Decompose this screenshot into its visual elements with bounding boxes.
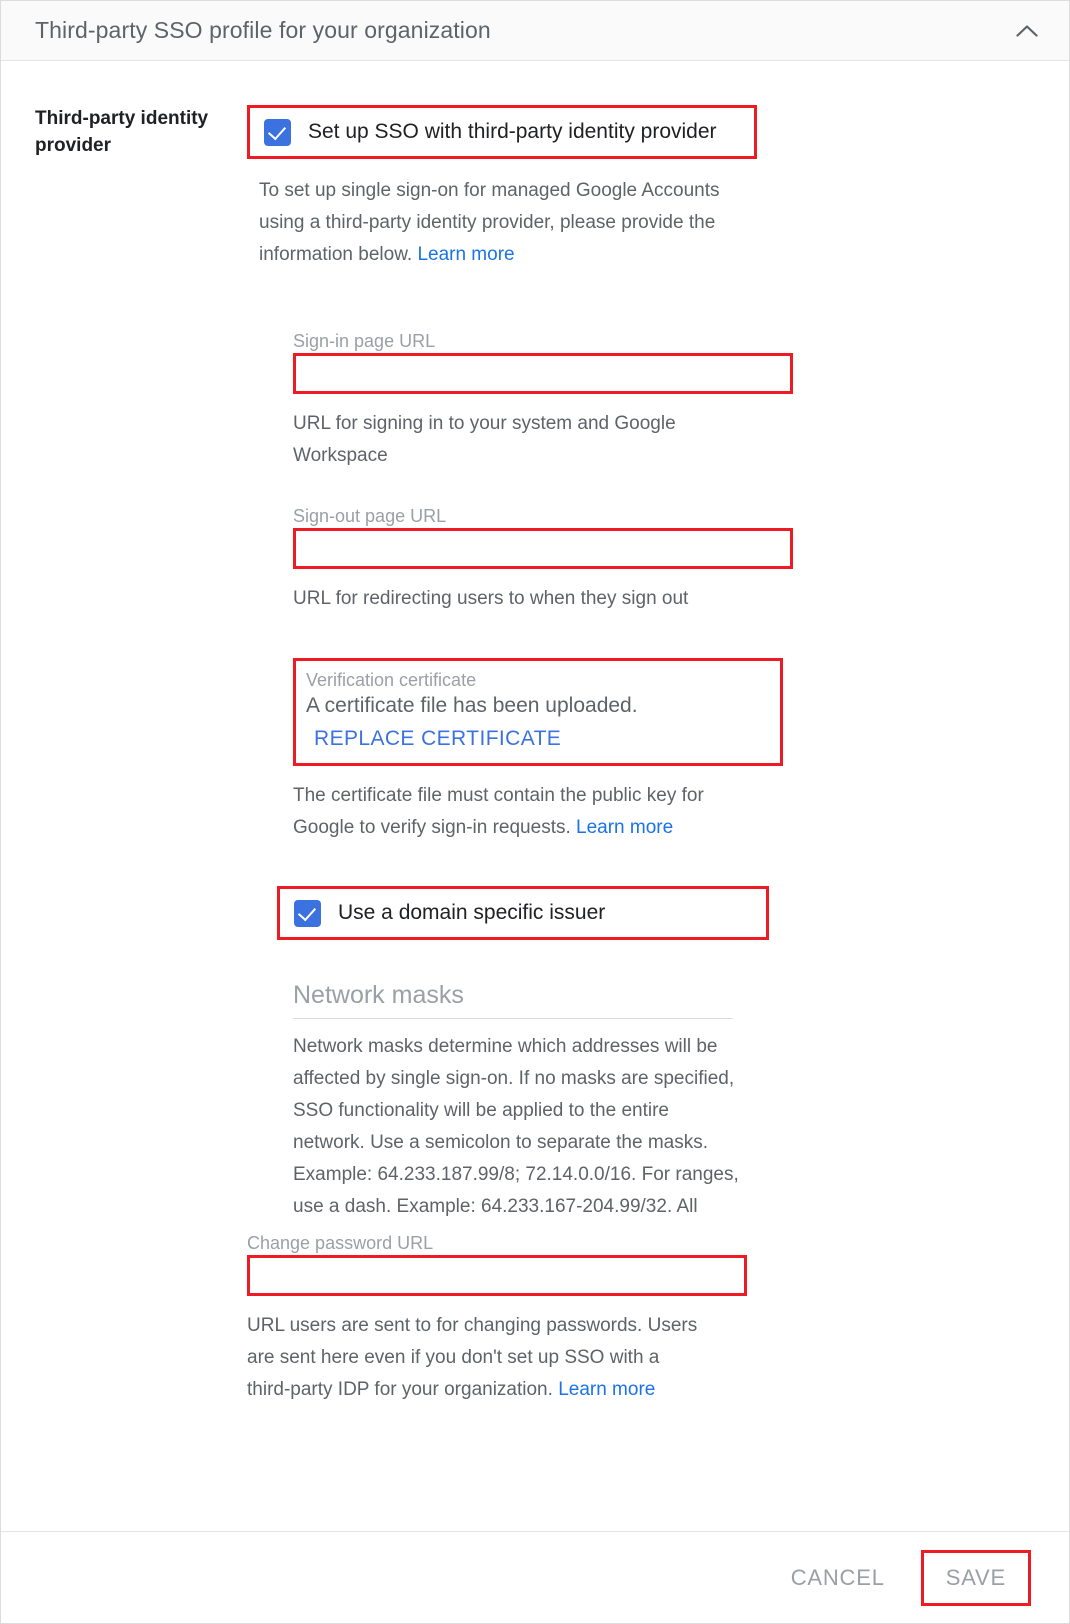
change-password-url-field: Change password URL URL users are sent t… [247,1231,747,1406]
card-body: Third-party identity provider Set up SSO… [1,61,1069,1481]
change-password-url-label: Change password URL [247,1233,434,1253]
network-masks-title: Network masks [293,978,733,1019]
signin-url-field: Sign-in page URL URL for signing in to y… [293,329,793,472]
collapse-section-button[interactable] [1007,11,1047,51]
sso-enable-checkbox[interactable] [264,118,291,146]
card-header: Third-party SSO profile for your organiz… [1,1,1069,61]
change-password-hint: URL users are sent to for changing passw… [247,1310,707,1406]
domain-issuer-row[interactable]: Use a domain specific issuer [277,886,769,940]
domain-issuer-checkbox[interactable] [294,899,321,927]
sso-checkbox-highlight: Set up SSO with third-party identity pro… [247,105,757,159]
signin-url-hint: URL for signing in to your system and Go… [293,413,676,466]
signin-url-label: Sign-in page URL [293,331,436,351]
domain-issuer-highlight: Use a domain specific issuer [277,886,769,940]
cancel-button[interactable]: CANCEL [777,1555,899,1601]
verification-certificate-field: Verification certificate A certificate f… [293,658,793,844]
chevron-up-icon [1016,25,1038,37]
page-title: Third-party SSO profile for your organiz… [35,17,491,43]
save-button[interactable]: SAVE [932,1555,1020,1601]
sso-settings-card: Third-party SSO profile for your organiz… [0,0,1070,1624]
change-password-learn-more-link[interactable]: Learn more [558,1379,655,1400]
card-footer: CANCEL SAVE [1,1531,1069,1623]
signout-url-hint: URL for redirecting users to when they s… [293,588,689,609]
save-button-highlight: SAVE [920,1549,1031,1606]
network-masks-description: Network masks determine which addresses … [293,1036,739,1217]
replace-certificate-button[interactable]: REPLACE CERTIFICATE [314,727,561,751]
signin-url-input[interactable] [293,353,793,394]
change-password-url-input[interactable] [247,1255,747,1296]
sso-enable-label: Set up SSO with third-party identity pro… [308,120,717,143]
certificate-caption: Verification certificate [306,670,477,690]
intro-learn-more-link[interactable]: Learn more [417,244,514,265]
certificate-status-text: A certificate file has been uploaded. [306,694,638,717]
certificate-learn-more-link[interactable]: Learn more [576,817,673,838]
section-content: Set up SSO with third-party identity pro… [247,105,1069,1406]
sso-enable-row[interactable]: Set up SSO with third-party identity pro… [247,105,757,159]
signout-url-input[interactable] [293,528,793,569]
sso-form: Sign-in page URL URL for signing in to y… [247,329,793,1406]
section-intro: To set up single sign-on for managed Goo… [259,175,729,271]
signout-url-field: Sign-out page URL URL for redirecting us… [293,504,793,615]
network-masks-section: Network masks Network masks determine wh… [293,978,793,1223]
domain-issuer-label: Use a domain specific issuer [338,901,606,924]
certificate-highlight-box: Verification certificate A certificate f… [293,658,783,766]
certificate-hint: The certificate file must contain the pu… [293,780,743,844]
section-label: Third-party identity provider [35,108,209,156]
signout-url-label: Sign-out page URL [293,506,447,526]
